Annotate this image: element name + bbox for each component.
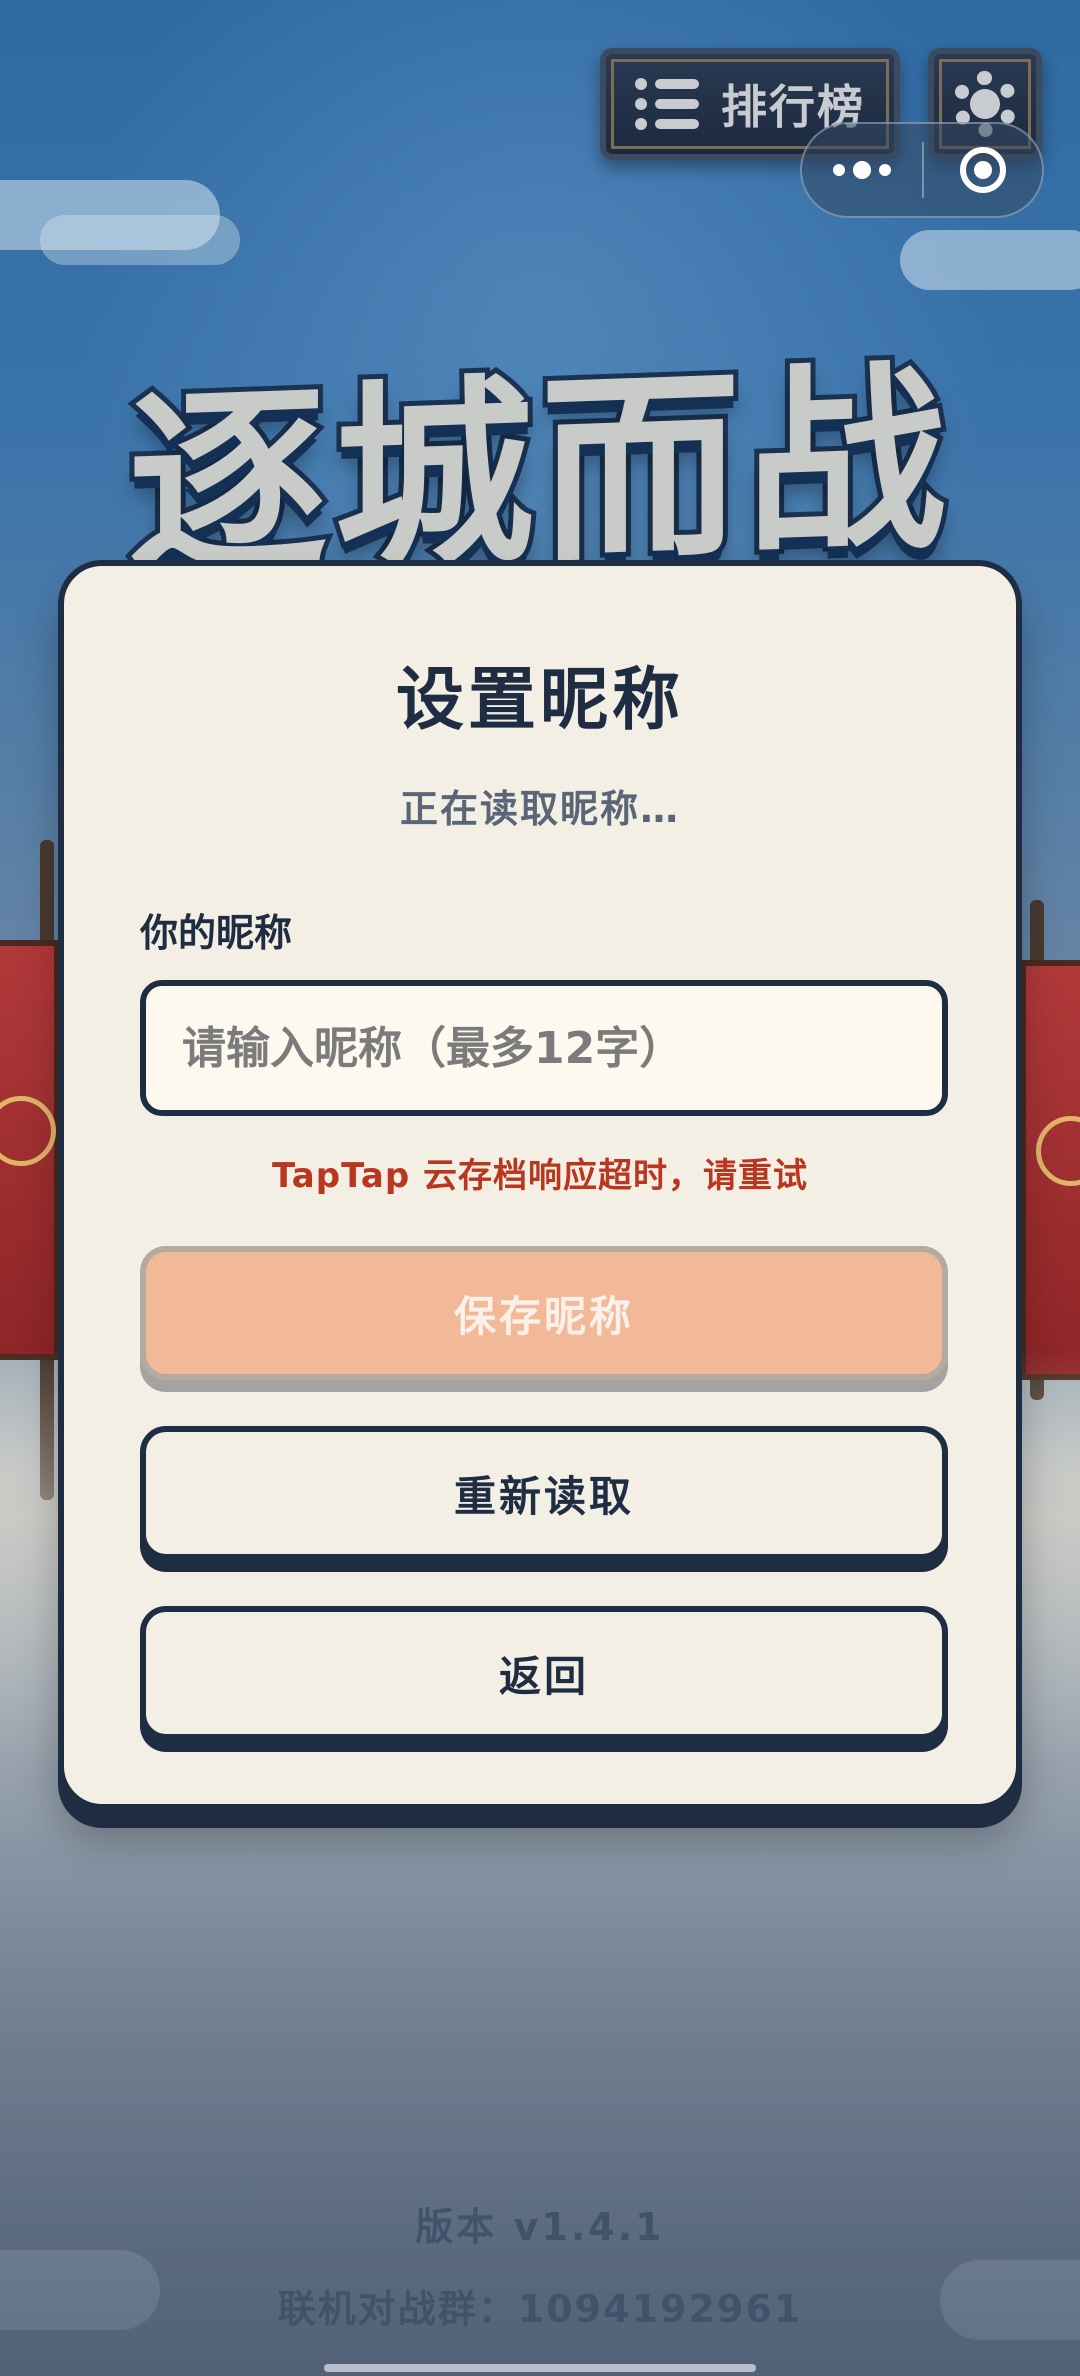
version-text: 版本 v1.4.1: [415, 2205, 665, 2249]
dragon-emblem-icon: [1036, 1116, 1080, 1186]
reload-button[interactable]: 重新读取: [140, 1426, 948, 1560]
home-indicator[interactable]: [324, 2364, 756, 2372]
game-logo: 逐城而战: [123, 338, 957, 610]
target-circle-icon: [960, 147, 1006, 193]
close-miniprogram-button[interactable]: [924, 147, 1042, 193]
nickname-dialog: 设置昵称 正在读取昵称… 你的昵称 TapTap 云存档响应超时，请重试 保存昵…: [58, 560, 1022, 1810]
save-nickname-button[interactable]: 保存昵称: [140, 1246, 948, 1380]
error-message: TapTap 云存档响应超时，请重试: [271, 1156, 809, 1196]
dialog-title: 设置昵称: [395, 661, 684, 740]
cloud: [40, 215, 240, 265]
dragon-emblem-icon: [0, 1096, 56, 1166]
more-dots-icon[interactable]: [802, 124, 922, 216]
nickname-input[interactable]: [140, 980, 948, 1116]
cloud: [900, 230, 1080, 290]
list-icon: [635, 78, 699, 130]
nickname-label: 你的昵称: [140, 911, 293, 955]
loading-status: 正在读取昵称…: [399, 787, 680, 831]
back-button[interactable]: 返回: [140, 1606, 948, 1740]
game-screen: 逐城而战 排行榜 设置昵称 正在读取昵称… 你的昵称 TapTap 云存档响应超…: [0, 0, 1080, 2376]
banner-right: [1020, 960, 1080, 1380]
group-number-text: 联机对战群：1094192961: [277, 2287, 803, 2331]
banner-left: [0, 940, 60, 1360]
miniprogram-capsule: [800, 122, 1044, 218]
